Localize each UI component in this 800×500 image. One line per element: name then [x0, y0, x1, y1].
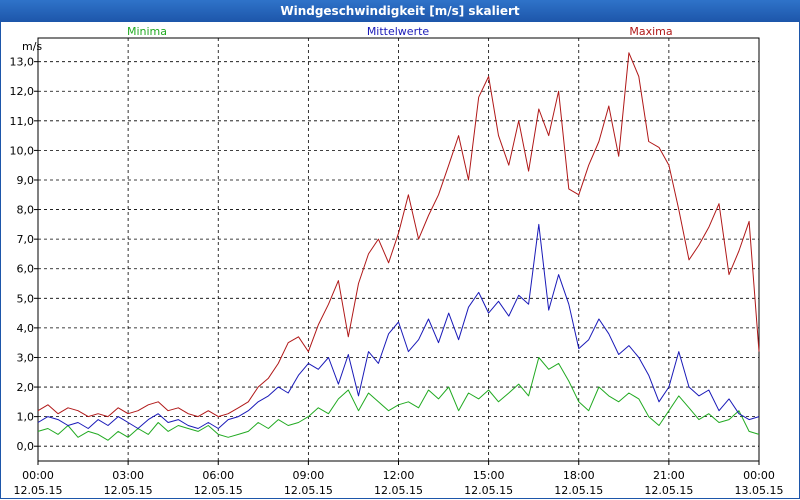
- legend-maxima: Maxima: [629, 25, 672, 38]
- y-tick-label: 13,0: [10, 56, 35, 69]
- x-tick-date: 12.05.15: [374, 484, 423, 497]
- x-tick-date: 12.05.15: [284, 484, 333, 497]
- chart-window: Windgeschwindigkeit [m/s] skaliert m/s M…: [0, 0, 800, 500]
- y-tick-label: 12,0: [10, 85, 35, 98]
- x-tick-time: 18:00: [563, 469, 595, 482]
- legend-minima: Minima: [127, 25, 167, 38]
- x-tick-date: 12.05.15: [464, 484, 513, 497]
- gridlines: [38, 38, 759, 461]
- x-tick-time: 21:00: [653, 469, 685, 482]
- y-tick-label: 10,0: [10, 144, 35, 157]
- y-ticks: 0,0 1,0 2,0 3,0 4,0 5,0 6,0 7,0 8,0 9,0 10,0 11,0 12…: [10, 56, 38, 453]
- y-tick-label: 1,0: [17, 411, 35, 424]
- y-tick-label: 11,0: [10, 115, 35, 128]
- x-tick-time: 12:00: [383, 469, 415, 482]
- x-tick-time: 09:00: [293, 469, 325, 482]
- y-tick-label: 8,0: [17, 204, 35, 217]
- y-tick-label: 4,0: [17, 322, 35, 335]
- y-tick-label: 5,0: [17, 292, 35, 305]
- x-tick-time: 03:00: [112, 469, 144, 482]
- x-ticks: 00:00 12.05.15 03:00 12.05.15 06:00 12.05.15 0…: [14, 461, 784, 497]
- y-tick-label: 3,0: [17, 351, 35, 364]
- y-axis-label: m/s: [22, 40, 42, 53]
- y-tick-label: 0,0: [17, 440, 35, 453]
- x-tick-date: 12.05.15: [644, 484, 693, 497]
- x-tick-date: 12.05.15: [14, 484, 63, 497]
- x-tick-date: 12.05.15: [104, 484, 153, 497]
- x-tick-time: 00:00: [22, 469, 54, 482]
- x-tick-date: 12.05.15: [194, 484, 243, 497]
- y-tick-label: 2,0: [17, 381, 35, 394]
- wind-speed-chart: m/s Minima Mittelwerte Maxima 0,0 1,0 2,0 3…: [10, 25, 784, 497]
- legend-mittelwerte: Mittelwerte: [367, 25, 430, 38]
- y-tick-label: 9,0: [17, 174, 35, 187]
- x-tick-time: 00:00: [743, 469, 775, 482]
- y-tick-label: 6,0: [17, 263, 35, 276]
- x-tick-time: 15:00: [473, 469, 505, 482]
- x-tick-date: 12.05.15: [554, 484, 603, 497]
- x-tick-date: 13.05.15: [735, 484, 784, 497]
- y-tick-label: 7,0: [17, 233, 35, 246]
- x-tick-time: 06:00: [202, 469, 234, 482]
